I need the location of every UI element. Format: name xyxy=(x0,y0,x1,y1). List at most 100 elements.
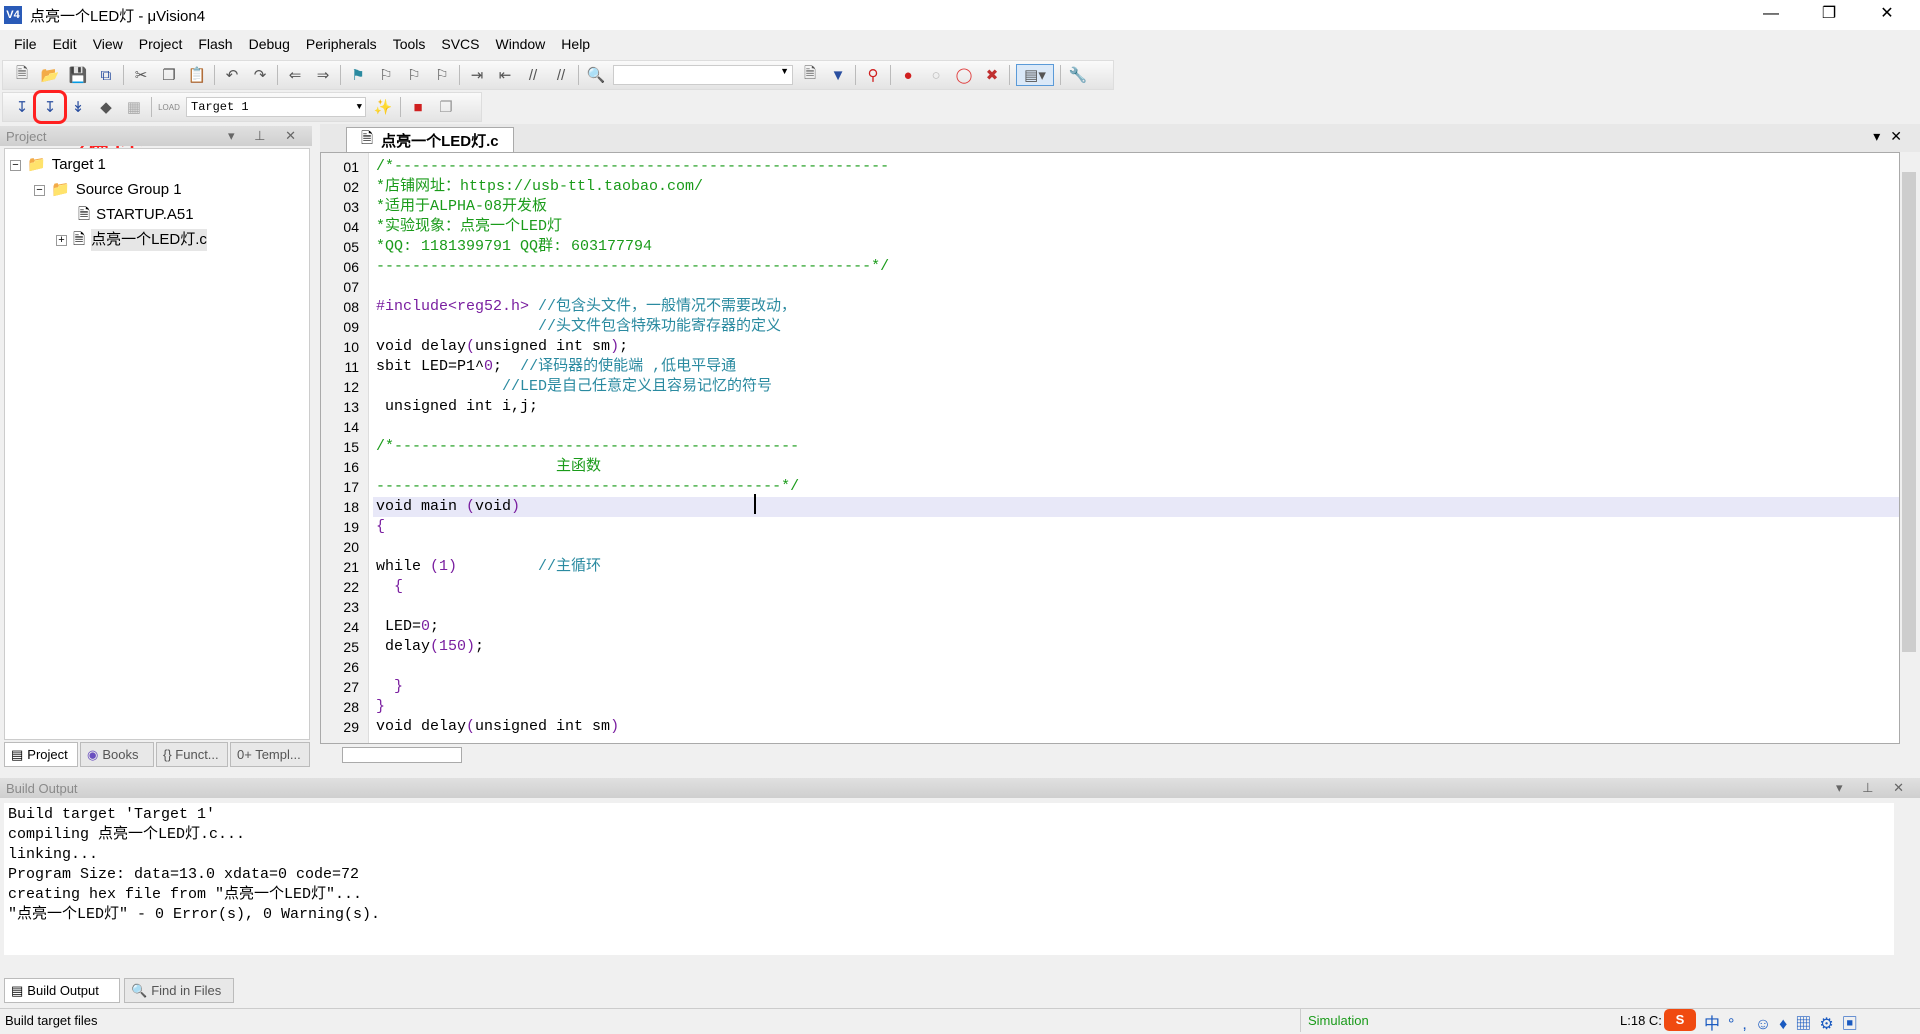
tree-item-target[interactable]: − 📁 Target 1 xyxy=(10,154,106,176)
prev-bookmark-icon[interactable]: ⚐ xyxy=(375,64,397,86)
target-options-icon[interactable]: ✨ xyxy=(372,96,394,118)
tab-build-output[interactable]: ▤ Build Output xyxy=(4,978,120,1003)
menu-tools[interactable]: Tools xyxy=(385,36,434,52)
download-icon[interactable]: LOAD xyxy=(158,96,180,118)
code-token: 主函数 xyxy=(376,458,602,475)
code-token: ( xyxy=(466,338,476,355)
tab-find-in-files[interactable]: 🔍 Find in Files xyxy=(124,978,234,1003)
copy-icon[interactable]: ❐ xyxy=(158,64,180,86)
save-all-icon[interactable]: ⧉ xyxy=(95,64,117,86)
editor-tab-main-c[interactable]: 🗎 点亮一个LED灯.c xyxy=(346,127,514,152)
tree-item-startup[interactable]: 🗎 STARTUP.A51 xyxy=(78,204,194,226)
target-folder-icon: 📁 xyxy=(27,156,46,173)
tree-item-main-c[interactable]: + 🗎 点亮一个LED灯.c xyxy=(56,229,207,251)
menu-debug[interactable]: Debug xyxy=(241,36,298,52)
tab-label: Books xyxy=(102,747,139,762)
build-output-line: Build target 'Target 1' xyxy=(8,806,216,823)
tree-item-source-group[interactable]: − 📁 Source Group 1 xyxy=(34,179,182,201)
cut-icon[interactable]: ✂ xyxy=(130,64,152,86)
ime-toolbar-icons[interactable]: 中°,☺♦▦⚙▣ xyxy=(1704,1010,1866,1034)
find-in-files-icon[interactable]: 🔍 xyxy=(585,64,607,86)
back-icon[interactable]: ⇐ xyxy=(284,64,306,86)
separator xyxy=(855,65,856,85)
new-file-icon[interactable]: 🗎 xyxy=(11,64,33,86)
build-output-horizontal-scrollbar[interactable] xyxy=(4,955,1894,971)
find-icon[interactable]: 🗎 xyxy=(799,64,821,86)
menu-view[interactable]: View xyxy=(85,36,131,52)
code-token: //头文件包含特殊功能寄存器的定义 xyxy=(376,318,782,335)
line-number: 03 xyxy=(343,199,359,215)
debug-session-icon[interactable]: ⚲ xyxy=(862,64,884,86)
line-number: 15 xyxy=(343,439,359,455)
incremental-find-icon[interactable]: ▼ xyxy=(827,64,849,86)
separator xyxy=(214,65,215,85)
menu-edit[interactable]: Edit xyxy=(45,36,85,52)
separator xyxy=(340,65,341,85)
find-combobox[interactable]: ▼ xyxy=(613,65,793,85)
unindent-icon[interactable]: ⇤ xyxy=(494,64,516,86)
breakpoint-icon[interactable]: ● xyxy=(897,64,919,86)
comment-icon[interactable]: // xyxy=(522,64,544,86)
collapse-icon[interactable]: − xyxy=(34,184,45,196)
menu-peripherals[interactable]: Peripherals xyxy=(298,36,385,52)
paste-icon[interactable]: 📋 xyxy=(186,64,208,86)
code-editor[interactable]: 01 /*------------------------------------… xyxy=(320,152,1900,744)
title-bar: V4 点亮一个LED灯 - μVision4 — ❐ ✕ xyxy=(0,0,1920,30)
code-line: LED=0; xyxy=(376,617,439,637)
chevron-down-icon: ▼ xyxy=(356,102,362,112)
batch-build-icon[interactable]: ◆ xyxy=(95,96,117,118)
uncomment-icon[interactable]: // xyxy=(550,64,572,86)
clear-bookmarks-icon[interactable]: ⚐ xyxy=(431,64,453,86)
forward-icon[interactable]: ⇒ xyxy=(312,64,334,86)
tab-templates[interactable]: 0+ Templ... xyxy=(230,742,310,767)
undo-icon[interactable]: ↶ xyxy=(221,64,243,86)
menu-svcs[interactable]: SVCS xyxy=(433,36,487,52)
line-number: 02 xyxy=(343,179,359,195)
line-number: 21 xyxy=(343,559,359,575)
tab-project[interactable]: ▤ Project xyxy=(4,742,78,767)
redo-icon[interactable]: ↷ xyxy=(249,64,271,86)
target-select[interactable]: Target 1 ▼ xyxy=(186,97,366,117)
scrollbar-thumb[interactable] xyxy=(342,747,462,763)
ime-logo-icon[interactable]: S xyxy=(1664,1009,1696,1031)
close-button[interactable]: ✕ xyxy=(1858,0,1916,30)
disable-breakpoint-icon[interactable]: ○ xyxy=(925,64,947,86)
configure-icon[interactable]: 🔧 xyxy=(1067,64,1089,86)
open-file-icon[interactable]: 📂 xyxy=(39,64,61,86)
line-number: 09 xyxy=(343,319,359,335)
kill-all-breakpoints-icon[interactable]: ✖ xyxy=(981,64,1003,86)
stop-build-icon[interactable]: ▦ xyxy=(123,96,145,118)
editor-vertical-scrollbar[interactable] xyxy=(1900,152,1918,744)
window-layout-icon[interactable]: ▤▾ xyxy=(1016,64,1054,86)
restore-button[interactable]: ❐ xyxy=(1800,0,1858,30)
expand-icon[interactable]: + xyxy=(56,234,67,246)
menu-help[interactable]: Help xyxy=(553,36,598,52)
code-token: //主循环 xyxy=(457,558,602,575)
code-token: //译码器的使能端 ,低电平导通 xyxy=(502,358,737,375)
editor-window-controls[interactable]: ▾✕ xyxy=(1873,128,1912,145)
panel-controls[interactable]: ▾ ⊥ ✕ xyxy=(228,128,304,144)
editor-horizontal-scrollbar[interactable] xyxy=(322,745,1900,765)
build-icon[interactable]: ↧ xyxy=(33,90,67,124)
scrollbar-thumb[interactable] xyxy=(1902,172,1916,652)
translate-icon[interactable]: ↧ xyxy=(11,96,33,118)
collapse-icon[interactable]: − xyxy=(10,159,21,171)
manage-components-icon[interactable]: ■ xyxy=(407,96,429,118)
code-line: while (1) //主循环 xyxy=(376,557,601,577)
save-icon[interactable]: 💾 xyxy=(67,64,89,86)
next-bookmark-icon[interactable]: ⚐ xyxy=(403,64,425,86)
menu-file[interactable]: File xyxy=(6,36,45,52)
tab-functions[interactable]: {} Funct... xyxy=(156,742,228,767)
menu-project[interactable]: Project xyxy=(131,36,191,52)
menu-window[interactable]: Window xyxy=(488,36,554,52)
indent-icon[interactable]: ⇥ xyxy=(466,64,488,86)
tab-books[interactable]: ◉ Books xyxy=(80,742,154,767)
menu-flash[interactable]: Flash xyxy=(190,36,240,52)
bookmark-icon[interactable]: ⚑ xyxy=(347,64,369,86)
rebuild-icon[interactable]: ↡ xyxy=(67,96,89,118)
minimize-button[interactable]: — xyxy=(1742,0,1800,30)
code-token: ; xyxy=(475,638,485,655)
panel-controls[interactable]: ▾ ⊥ ✕ xyxy=(1836,780,1912,796)
disable-all-breakpoints-icon[interactable]: ◯ xyxy=(953,64,975,86)
select-packs-icon[interactable]: ❐ xyxy=(435,96,457,118)
